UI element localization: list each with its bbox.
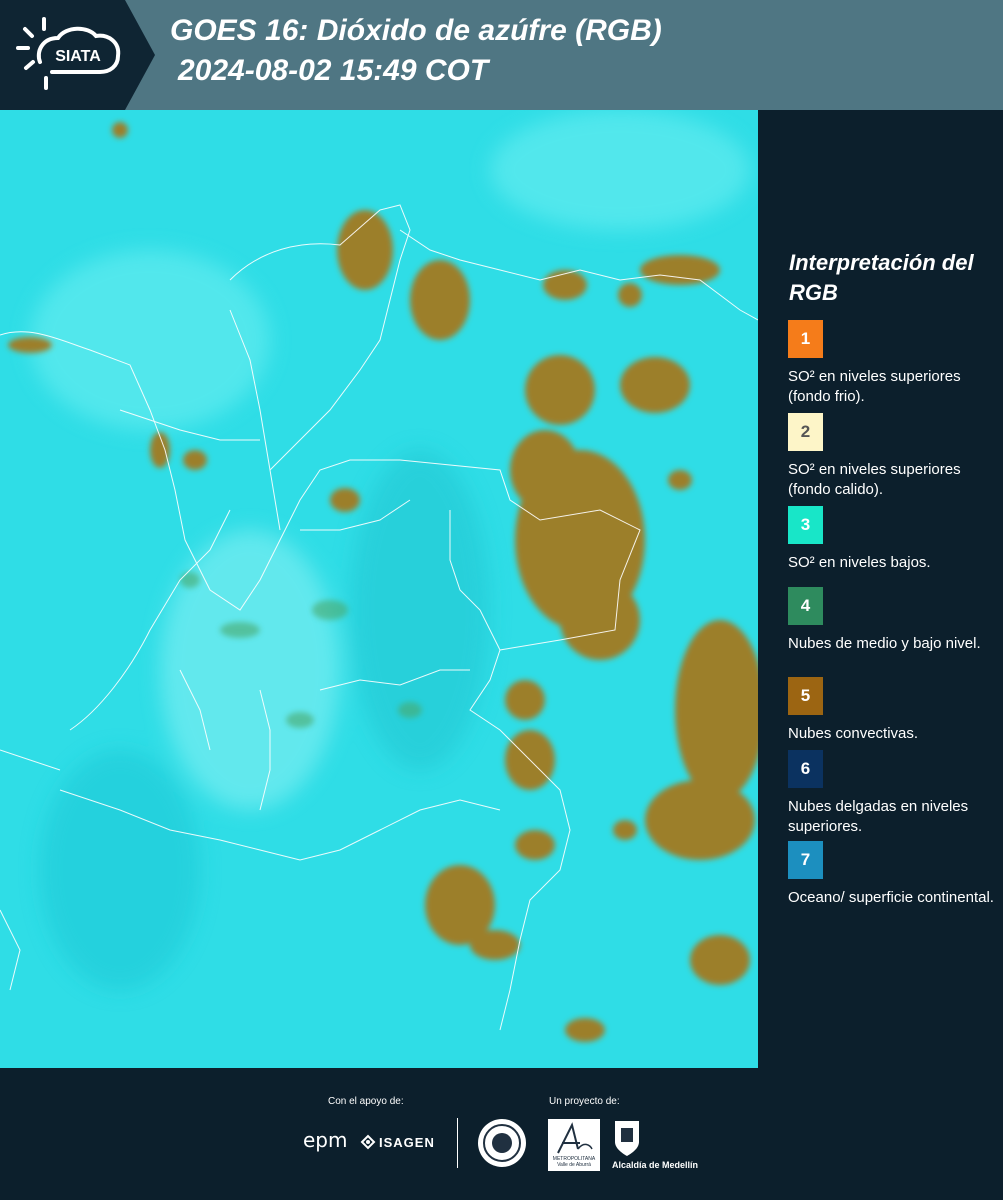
project-label: Un proyecto de: [549,1096,620,1107]
area-metropolitana-mark-icon [557,1122,593,1154]
legend-item-2: 2 SO² en niveles superiores (fondo calido… [788,413,998,500]
header-bar: SIATA GOES 16: Dióxido de azúfre (RGB) 2… [0,0,1003,110]
satellite-map [0,110,758,1068]
legend-swatch-4: 4 [788,587,823,625]
support-label: Con el apoyo de: [328,1096,404,1107]
legend-swatch-7: 7 [788,841,823,879]
legend-label-6: Nubes delgadas en niveles superiores. [788,798,969,835]
page-title: GOES 16: Dióxido de azúfre (RGB) [170,14,662,47]
legend-swatch-1: 1 [788,320,823,358]
page-datetime: 2024-08-02 15:49 COT [178,54,489,87]
alcaldia-shield-icon [615,1121,639,1156]
legend-label-1: SO² en niveles superiores (fondo frio). [788,368,961,405]
legend-label-5: Nubes convectivas. [788,725,919,742]
legend-swatch-6: 6 [788,750,823,788]
legend-label-4: Nubes de medio y bajo nivel. [788,635,981,652]
isagen-text: ISAGEN [379,1134,435,1150]
legend-label-3: SO² en niveles bajos. [788,554,931,571]
legend-item-1: 1 SO² en niveles superiores (fondo frio). [788,320,998,407]
legend-swatch-3: 3 [788,506,823,544]
legend-title: Interpretación del RGB [789,250,974,305]
siata-logo: SIATA [0,0,155,110]
epm-logo: epm [303,1128,348,1152]
legend-item-3: 3 SO² en niveles bajos. [788,506,998,573]
legend-item-5: 5 Nubes convectivas. [788,677,998,744]
metro-caption: METROPOLITANA Valle de Aburrá [552,1156,596,1168]
legend-label-2: SO² en niveles superiores (fondo calido)… [788,461,961,498]
area-metropolitana-logo: METROPOLITANA Valle de Aburrá [548,1119,600,1171]
legend-swatch-5: 5 [788,677,823,715]
medellin-seal-icon [478,1119,526,1167]
legend-swatch-2: 2 [788,413,823,451]
isagen-logo: ISAGEN [360,1134,435,1150]
legend-item-6: 6 Nubes delgadas en niveles superiores. [788,750,998,837]
logo-text: SIATA [55,48,101,65]
rgb-legend: Interpretación del RGB 1 SO² en niveles s… [759,110,1003,1068]
footer-divider [457,1118,458,1168]
legend-item-7: 7 Oceano/ superficie continental. [788,841,998,908]
isagen-mark-icon [360,1134,376,1150]
alcaldia-text: Alcaldía de Medellín [612,1160,699,1170]
legend-item-4: 4 Nubes de medio y bajo nivel. [788,587,998,654]
legend-label-7: Oceano/ superficie continental. [788,889,994,906]
footer: Con el apoyo de: Un proyecto de: epm ISA… [0,1068,1003,1200]
